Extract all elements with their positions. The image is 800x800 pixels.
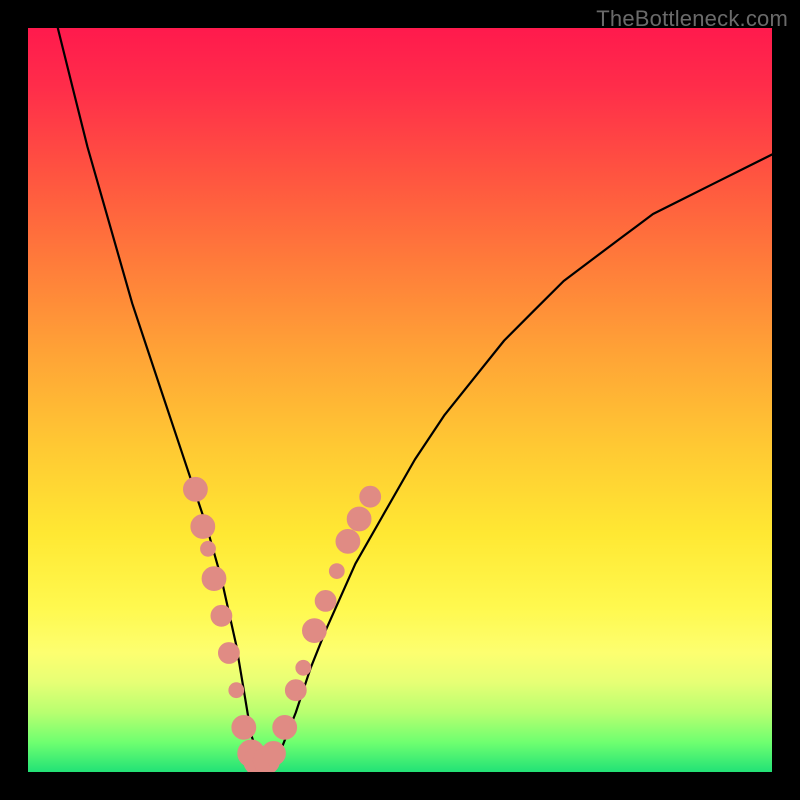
plot-area: [28, 28, 772, 772]
curve-marker: [211, 605, 232, 626]
bottleneck-curve: [58, 28, 772, 765]
curve-svg: [28, 28, 772, 772]
curve-marker: [191, 515, 215, 539]
curve-marker: [273, 716, 297, 740]
curve-marker: [262, 742, 286, 766]
watermark-text: TheBottleneck.com: [596, 6, 788, 32]
curve-marker: [232, 716, 256, 740]
curve-marker: [303, 619, 327, 643]
curve-marker: [202, 567, 226, 591]
curve-marker: [229, 683, 244, 698]
curve-marker: [184, 477, 208, 501]
chart-frame: TheBottleneck.com: [0, 0, 800, 800]
curve-marker: [219, 643, 240, 664]
curve-marker: [347, 507, 371, 531]
curve-markers: [184, 477, 381, 772]
curve-marker: [329, 564, 344, 579]
curve-marker: [360, 486, 381, 507]
curve-marker: [201, 541, 216, 556]
curve-marker: [285, 680, 306, 701]
curve-marker: [315, 591, 336, 612]
curve-marker: [336, 530, 360, 554]
curve-marker: [296, 660, 311, 675]
